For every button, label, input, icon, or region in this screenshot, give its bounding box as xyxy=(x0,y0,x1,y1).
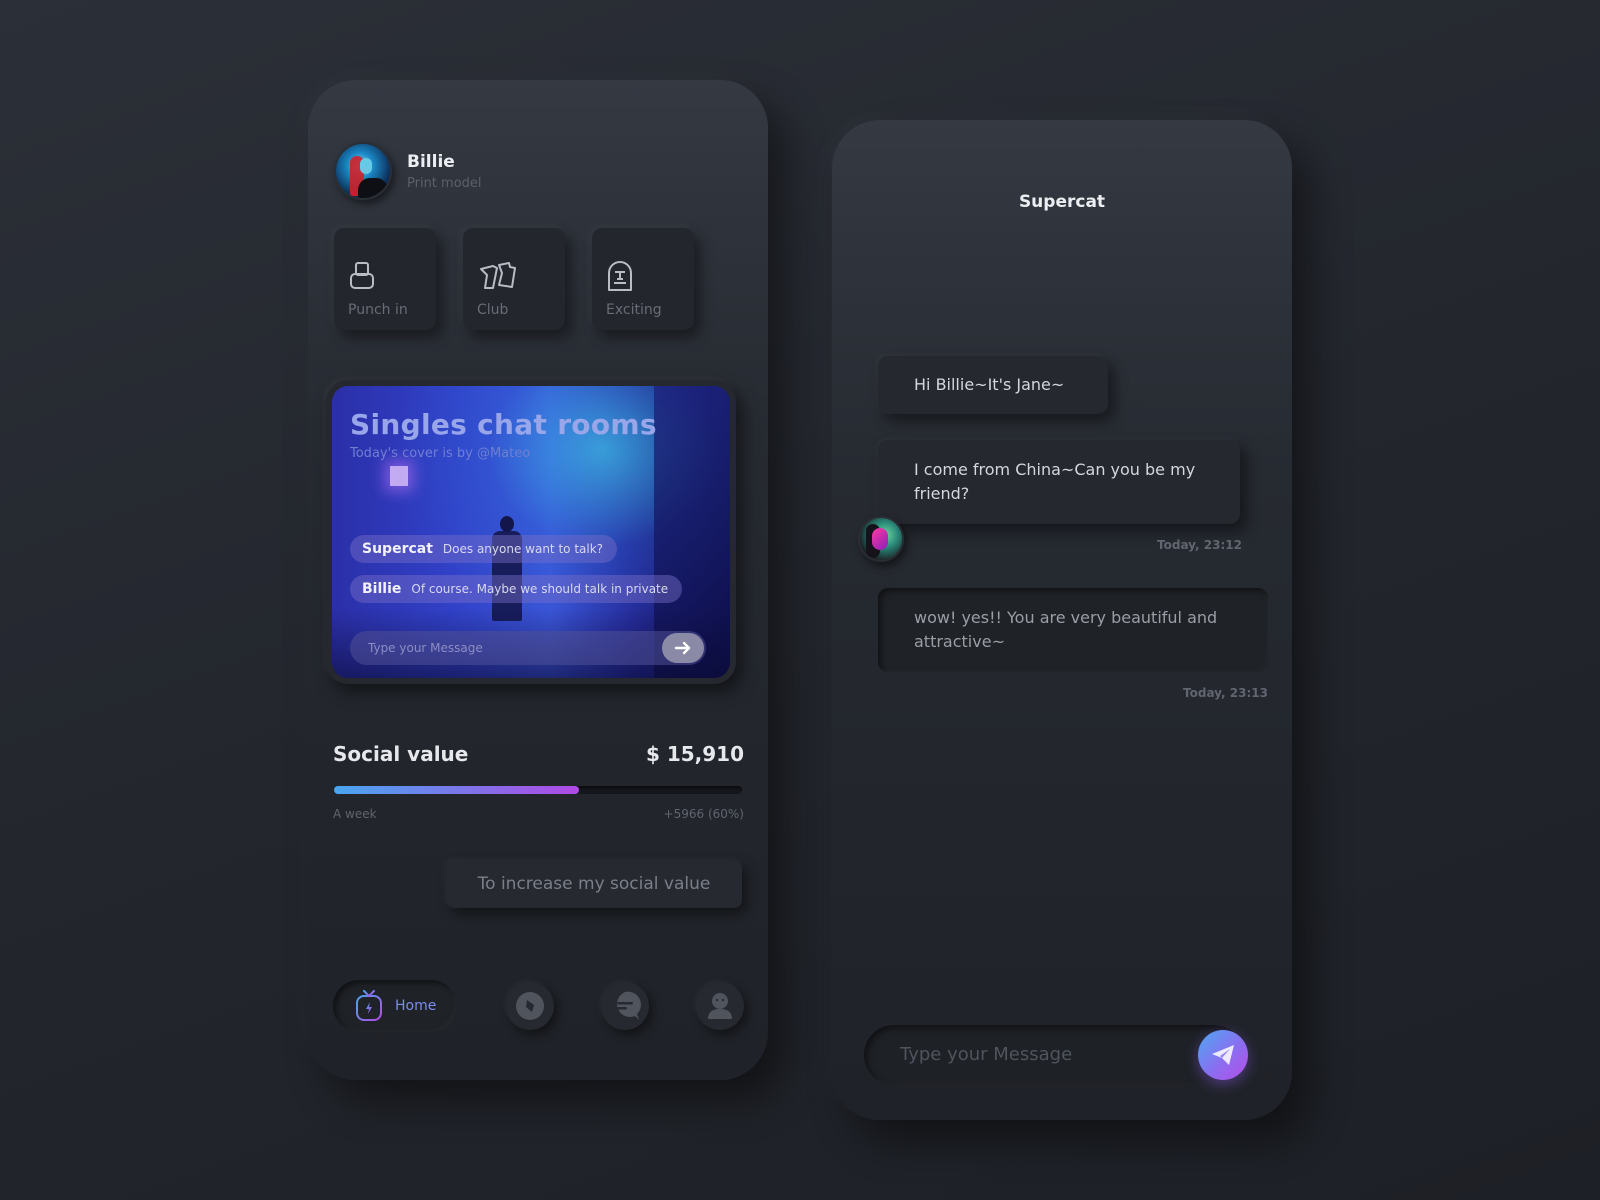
message-timestamp: Today, 23:13 xyxy=(1183,686,1268,700)
stamp-icon xyxy=(350,262,374,289)
avatar-shape xyxy=(872,528,888,550)
tv-bolt-icon xyxy=(356,990,382,1021)
cover-shape xyxy=(390,466,408,486)
tombstone-icon xyxy=(608,261,632,291)
social-value-period: A week xyxy=(333,807,377,821)
profile-role: Print model xyxy=(407,176,482,191)
input-placeholder: Type your Message xyxy=(900,1044,1073,1065)
input-placeholder: Type your Message xyxy=(368,641,483,655)
room-send-button[interactable] xyxy=(662,633,704,663)
message-text: Of course. Maybe we should talk in priva… xyxy=(411,582,669,596)
chat-message: wow! yes!! You are very beautiful and at… xyxy=(878,588,1268,672)
progress-fill xyxy=(334,786,579,794)
room-message-input[interactable]: Type your Message xyxy=(350,631,706,665)
contact-avatar[interactable] xyxy=(858,516,904,562)
nav-messages[interactable] xyxy=(601,982,649,1030)
message-icon xyxy=(617,991,641,1020)
chat-room-cover: Singles chat rooms Today's cover is by @… xyxy=(332,386,730,678)
profile-avatar[interactable] xyxy=(334,142,392,200)
chat-message: I come from China~Can you be my friend? xyxy=(878,440,1240,524)
tile-exciting[interactable]: Exciting xyxy=(592,228,694,330)
room-subtitle: Today's cover is by @Mateo xyxy=(350,446,531,461)
tile-punch-in[interactable]: Punch in xyxy=(334,228,436,330)
profile-name: Billie xyxy=(407,152,455,172)
chat-message: Hi Billie~It's Jane~ xyxy=(878,356,1108,414)
social-value-progress xyxy=(334,786,742,794)
chat-title: Supercat xyxy=(1018,192,1106,212)
home-screen: Billie Print model Punch in Club Excitin… xyxy=(308,80,768,1080)
message-text: Does anyone want to talk? xyxy=(442,542,604,556)
avatar-shape xyxy=(358,178,388,198)
nav-home-label: Home xyxy=(395,998,437,1014)
tile-club[interactable]: Club xyxy=(463,228,565,330)
cards-icon xyxy=(480,262,516,289)
social-value-title: Social value xyxy=(333,742,469,766)
cover-shape xyxy=(500,516,514,532)
tile-label: Punch in xyxy=(348,302,408,318)
avatar-shape xyxy=(360,158,372,174)
room-message: Supercat Does anyone want to talk? xyxy=(350,535,618,563)
increase-social-value-button[interactable]: To increase my social value xyxy=(446,860,742,908)
send-button[interactable] xyxy=(1198,1030,1248,1080)
room-title: Singles chat rooms xyxy=(350,408,657,441)
nav-discover[interactable] xyxy=(506,982,554,1030)
paper-plane-icon xyxy=(1212,1045,1234,1065)
chat-screen: Supercat Hi Billie~It's Jane~ I come fro… xyxy=(832,120,1292,1120)
nav-home[interactable]: Home xyxy=(333,980,457,1032)
person-icon xyxy=(708,993,732,1019)
arrow-right-icon xyxy=(674,641,691,655)
message-timestamp: Today, 23:12 xyxy=(1157,538,1242,552)
nav-profile[interactable] xyxy=(696,982,744,1030)
message-sender: Supercat xyxy=(362,541,433,557)
compass-icon xyxy=(516,992,544,1020)
social-value-amount: $ 15,910 xyxy=(645,742,744,766)
chat-message-input[interactable]: Type your Message xyxy=(864,1025,1248,1085)
social-value-change: +5966 (60%) xyxy=(663,807,744,821)
message-sender: Billie xyxy=(362,581,402,597)
room-message: Billie Of course. Maybe we should talk i… xyxy=(350,575,683,603)
tile-label: Club xyxy=(477,302,509,318)
chat-room-card[interactable]: Singles chat rooms Today's cover is by @… xyxy=(326,380,736,684)
tile-label: Exciting xyxy=(606,302,662,318)
